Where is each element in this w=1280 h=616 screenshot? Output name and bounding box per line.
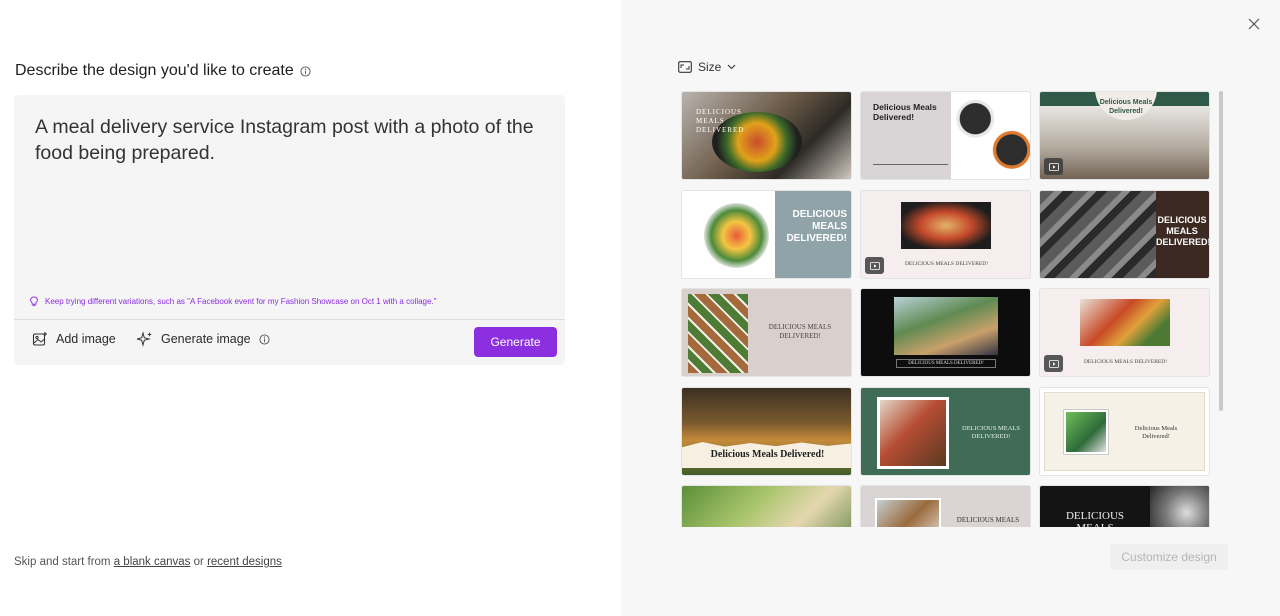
template-title: DELICIOUS MEALS DELIVERED (696, 108, 745, 134)
template-card[interactable]: DELICIOUS MEALS DELIVERED! (860, 190, 1031, 279)
page-title: Describe the design you'd like to create (15, 62, 311, 80)
scrollbar[interactable] (1219, 91, 1223, 411)
template-card[interactable]: Delicious Meals Delivered! (681, 387, 852, 476)
template-card[interactable]: DELICIOUS MEALS DELIVERED! (860, 387, 1031, 476)
template-title: Delicious Meals Delivered! (873, 102, 937, 122)
template-card[interactable]: DELICIOUS MEALS DELIVERED! (860, 288, 1031, 377)
size-dropdown[interactable]: Size (678, 60, 736, 74)
prompt-textarea[interactable]: A meal delivery service Instagram post w… (14, 95, 565, 365)
template-card[interactable] (681, 485, 852, 527)
smoke-photo (1150, 486, 1209, 527)
template-title: DELICIOUS MEALS DELIVERED! (1156, 215, 1210, 247)
generate-image-label: Generate image (161, 332, 251, 346)
template-card[interactable]: DELICIOUS MEALS DELIVERED (681, 91, 852, 180)
template-title: Delicious Meals Delivered! (1134, 425, 1178, 440)
template-card[interactable]: Delicious Meals Delivered! (1039, 91, 1210, 180)
resize-icon (678, 61, 692, 73)
template-title: Delicious Meals Delivered! (710, 449, 825, 460)
prompt-text[interactable]: A meal delivery service Instagram post w… (35, 114, 555, 166)
cooking-photo (1080, 299, 1170, 346)
add-image-label: Add image (56, 332, 116, 346)
divider-line (873, 164, 948, 165)
template-card[interactable]: DELICIOUS MEALS (1039, 485, 1210, 527)
containers-photo (688, 294, 748, 373)
skip-prefix: Skip and start from (14, 556, 111, 568)
meal-prep-photo (1040, 191, 1156, 278)
generate-button[interactable]: Generate (474, 327, 557, 357)
templates-panel: Size DELICIOUS MEALS DELIVERED Delicious… (621, 0, 1280, 616)
skip-or: or (193, 556, 204, 568)
template-title: DELICIOUS MEALS DELIVERED! (962, 425, 1020, 440)
lightbulb-icon (30, 296, 38, 307)
video-badge (865, 257, 884, 274)
template-title: DELICIOUS MEALS (956, 516, 1020, 524)
template-card[interactable]: DELICIOUS MEALS DELIVERED! (1039, 288, 1210, 377)
template-card[interactable]: DELICIOUS MEALS DELIVERED! (1039, 190, 1210, 279)
info-icon[interactable] (300, 65, 311, 77)
meal-photo (875, 498, 941, 527)
close-icon[interactable] (1248, 18, 1260, 30)
sparkle-icon (137, 331, 152, 347)
video-badge (1044, 355, 1063, 372)
template-title: DELICIOUS MEALS DELIVERED! (768, 323, 832, 340)
prompt-panel: Describe the design you'd like to create… (0, 0, 621, 616)
add-image-button[interactable]: Add image (32, 331, 116, 347)
customize-design-button[interactable]: Customize design (1110, 544, 1228, 570)
size-label: Size (698, 60, 722, 74)
template-card[interactable]: DELICIOUS MEALS DELIVERED! (681, 288, 852, 377)
template-title: DELICIOUS MEALS DELIVERED! (786, 209, 847, 244)
template-card[interactable]: Delicious Meals Delivered! (860, 91, 1031, 180)
info-icon[interactable] (259, 333, 270, 345)
template-card[interactable]: DELICIOUS MEALS DELIVERED! (681, 190, 852, 279)
template-title: Delicious Meals Delivered! (1099, 99, 1153, 115)
recent-designs-link[interactable]: recent designs (207, 556, 282, 568)
generate-image-button[interactable]: Generate image (137, 331, 270, 347)
chevron-down-icon (727, 64, 736, 70)
template-card[interactable]: Delicious Meals Delivered! (1039, 387, 1210, 476)
meal-containers-photo (951, 92, 1030, 179)
suggestion-tip: Keep trying different variations, such a… (29, 296, 437, 307)
skip-text: Skip and start from a blank canvas or re… (14, 556, 282, 568)
template-card[interactable]: DELICIOUS MEALS (860, 485, 1031, 527)
video-badge (1044, 158, 1063, 175)
pasta-photo (901, 202, 991, 249)
add-image-icon (32, 332, 47, 346)
prep-photo (880, 400, 946, 466)
template-grid: DELICIOUS MEALS DELIVERED Delicious Meal… (681, 91, 1212, 527)
play-icon (1048, 162, 1059, 171)
template-title: DELICIOUS MEALS (1065, 510, 1125, 527)
template-title: DELICIOUS MEALS DELIVERED! (1083, 359, 1168, 365)
photo-frame (877, 397, 949, 469)
tip-text: Keep trying different variations, such a… (45, 297, 437, 306)
page-title-text: Describe the design you'd like to create (15, 62, 294, 79)
salad-box-photo (1064, 410, 1108, 454)
play-icon (869, 261, 880, 270)
meal-box-photo (894, 297, 998, 355)
blank-canvas-link[interactable]: a blank canvas (114, 556, 191, 568)
template-title: DELICIOUS MEALS DELIVERED! (904, 261, 989, 267)
divider (14, 319, 565, 320)
template-title: DELICIOUS MEALS DELIVERED! (896, 359, 996, 368)
salad-bowl-photo (704, 203, 769, 268)
play-icon (1048, 359, 1059, 368)
